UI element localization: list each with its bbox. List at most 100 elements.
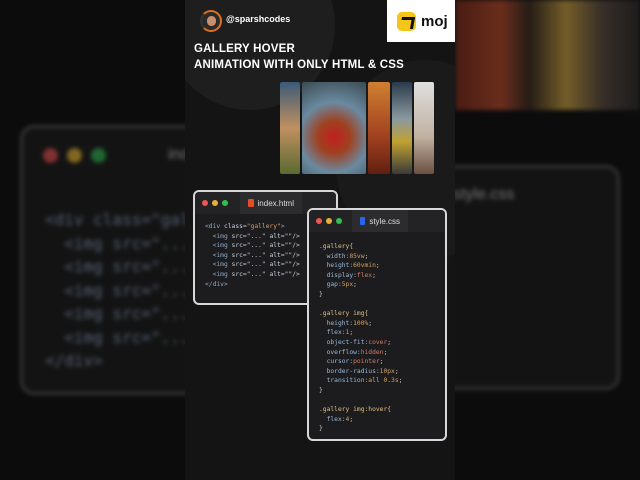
- code-token: ="...": [242, 242, 270, 250]
- code-token: ;: [383, 348, 388, 356]
- code-line: flex:1;: [319, 328, 435, 338]
- code-token: <img: [205, 242, 232, 250]
- avatar[interactable]: [200, 10, 222, 32]
- code-line: border-radius:10px;: [319, 367, 435, 377]
- code-token: .gallery img{: [319, 310, 369, 318]
- blurred-css-window: style.css: [440, 165, 620, 390]
- gallery-image: [368, 82, 390, 174]
- code-token: pointer: [353, 358, 380, 366]
- code-line: transition:all 0.3s;: [319, 376, 435, 386]
- gallery-image: [280, 82, 300, 174]
- code-token: }: [319, 290, 323, 298]
- code-token: cursor:: [319, 358, 354, 366]
- code-token: display:: [319, 271, 357, 279]
- code-token: <img: [205, 270, 232, 278]
- video-title: GALLERY HOVER ANIMATION WITH ONLY HTML &…: [194, 41, 404, 73]
- code-token: }: [319, 425, 323, 433]
- code-token: </div>: [205, 280, 228, 288]
- code-token: ;: [364, 252, 369, 260]
- title-line: ANIMATION WITH ONLY HTML & CSS: [194, 59, 405, 71]
- css-editor-window: style.css .gallery{ width:85vw; height:6…: [307, 208, 447, 441]
- code-token: =""/>: [280, 251, 300, 259]
- code-line: height:100%;: [319, 319, 435, 329]
- code-token: =""/>: [280, 242, 300, 250]
- code-token: src: [231, 261, 243, 269]
- code-token: src: [231, 232, 243, 240]
- tab-style-css[interactable]: style.css: [352, 210, 408, 232]
- code-token: 100%: [353, 319, 369, 327]
- code-token: class: [223, 223, 243, 230]
- code-token: 85vw: [349, 252, 365, 260]
- code-token: ;: [379, 358, 384, 366]
- blurred-photo: [455, 0, 640, 110]
- gallery-image: [392, 82, 412, 174]
- moj-logo: moj: [387, 0, 455, 42]
- code-token: cover: [368, 338, 388, 346]
- code-token: ;: [375, 262, 380, 270]
- code-token: ;: [372, 271, 376, 279]
- gallery-image: [414, 82, 434, 174]
- code-token: =""/>: [280, 261, 300, 269]
- code-token: =""/>: [280, 232, 300, 240]
- code-token: ;: [349, 329, 354, 337]
- code-token: gap:: [319, 281, 342, 289]
- code-line: overflow:hidden;: [319, 348, 435, 358]
- blurred-tab-label: style.css: [453, 186, 515, 203]
- code-line: width:85vw;: [319, 252, 435, 262]
- code-line: }: [319, 386, 435, 396]
- code-token: "gallery": [246, 223, 281, 230]
- code-token: ;: [349, 415, 354, 423]
- code-token: 5px: [341, 281, 354, 289]
- code-token: <div: [205, 223, 224, 230]
- code-token: flex:: [319, 329, 346, 337]
- code-token: border-radius:: [319, 367, 380, 375]
- code-token: flex: [356, 271, 373, 279]
- maximize-dot: [222, 200, 228, 206]
- html5-icon: [248, 199, 254, 207]
- code-token: ="...": [242, 232, 270, 240]
- code-token: ;: [387, 338, 392, 346]
- code-token: ;: [398, 377, 403, 385]
- code-token: hidden: [360, 348, 384, 356]
- code-token: <img: [205, 232, 232, 240]
- gallery-image: [302, 82, 366, 174]
- video-frame: @sparshcodes moj GALLERY HOVER ANIMATION…: [185, 0, 455, 480]
- code-line: flex:4;: [319, 415, 435, 425]
- tab-label: index.html: [257, 198, 294, 208]
- code-token: src: [231, 270, 243, 278]
- code-line: object-fit:cover;: [319, 338, 435, 348]
- minimize-dot: [212, 200, 218, 206]
- code-token: }: [319, 386, 323, 394]
- title-line: GALLERY HOVER: [194, 43, 296, 55]
- code-line: }: [319, 290, 435, 300]
- tab-label: style.css: [369, 216, 400, 226]
- brand-name: moj: [421, 12, 448, 30]
- code-token: ="...": [242, 270, 270, 278]
- code-line: .gallery{: [319, 242, 435, 252]
- code-token: alt: [269, 251, 281, 259]
- code-token: =""/>: [280, 270, 300, 278]
- code-line: display:flex;: [319, 271, 435, 281]
- code-token: ;: [353, 281, 357, 289]
- code-token: 10px: [379, 367, 395, 375]
- moj-icon: [397, 11, 416, 31]
- code-token: flex:: [319, 415, 346, 423]
- close-dot: [316, 218, 322, 224]
- code-token: transition:: [319, 377, 369, 385]
- code-token: .gallery{: [319, 243, 354, 250]
- code-token: alt: [269, 242, 281, 250]
- code-token: <img: [205, 261, 232, 269]
- code-token: alt: [269, 232, 281, 240]
- minimize-dot: [326, 218, 332, 224]
- code-token: .gallery img:hover{: [319, 406, 392, 414]
- code-line: .gallery img:hover{: [319, 405, 435, 415]
- code-token: ="...": [242, 251, 270, 259]
- code-token: all 0.3s: [368, 377, 399, 385]
- code-token: 60vmin: [353, 262, 376, 270]
- creator-handle[interactable]: @sparshcodes: [226, 14, 290, 24]
- code-line: gap:5px;: [319, 280, 435, 290]
- tab-index-html[interactable]: index.html: [240, 192, 302, 214]
- code-token: object-fit:: [319, 338, 369, 346]
- close-dot: [202, 200, 208, 206]
